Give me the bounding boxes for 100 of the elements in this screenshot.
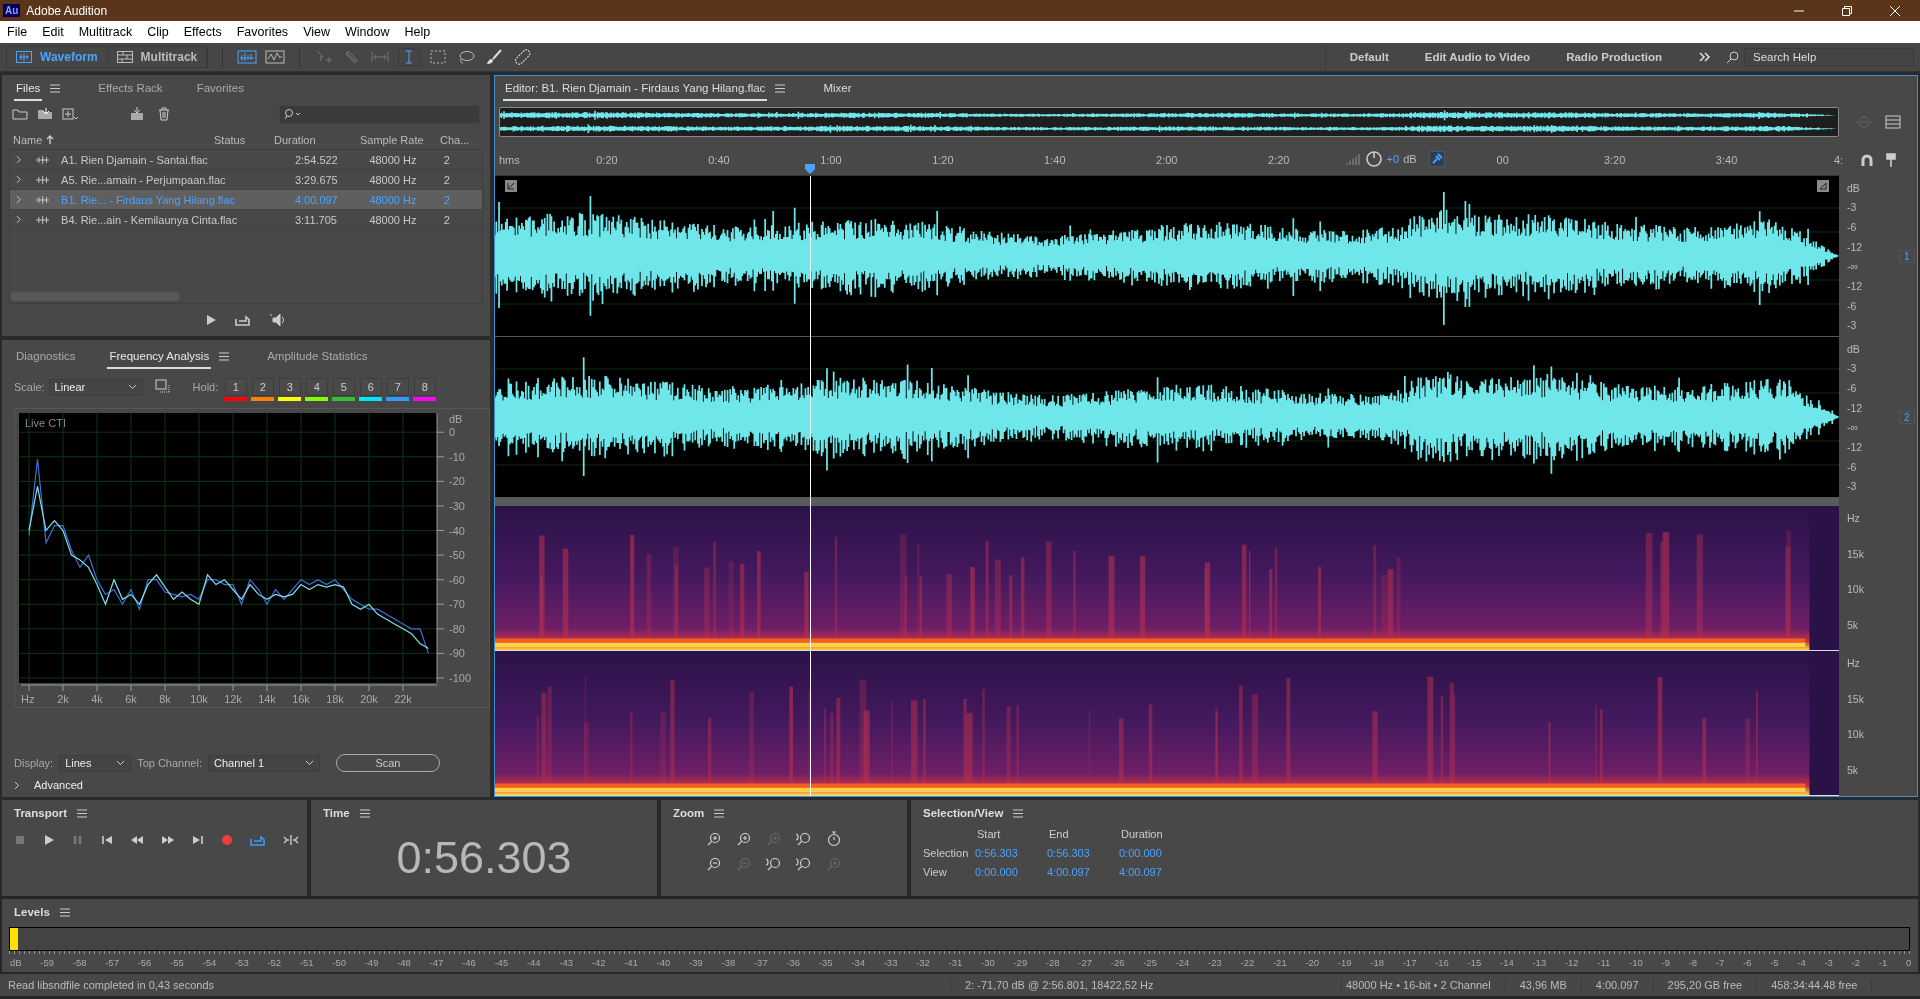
panel-tab[interactable]: Favorites xyxy=(194,75,246,101)
panel-tab[interactable]: Amplitude Statistics xyxy=(265,343,370,369)
search-field[interactable]: Search Help xyxy=(1744,48,1914,66)
time-value[interactable]: 0:00.000 xyxy=(1119,847,1191,859)
menu-item[interactable]: Multitrack xyxy=(78,25,133,39)
zoom-out-icon[interactable] xyxy=(705,855,723,873)
close-icon[interactable] xyxy=(1889,4,1901,17)
menu-item[interactable]: View xyxy=(303,25,330,39)
time-value[interactable]: 0:56.303 xyxy=(975,847,1047,859)
file-row[interactable]: B4. Rie...ain - Kemilaunya Cinta.flac 3:11.705 48000 Hz 2 xyxy=(10,210,482,230)
hold-button[interactable]: 3 xyxy=(278,377,301,396)
expand-icon[interactable] xyxy=(16,215,22,224)
resize-icon[interactable] xyxy=(505,180,517,192)
panel-tab[interactable]: Files xyxy=(14,75,43,101)
zoom-in-icon[interactable] xyxy=(705,830,723,848)
lasso-tool-icon[interactable] xyxy=(456,49,477,65)
menu-item[interactable]: File xyxy=(7,25,28,39)
menu-item[interactable]: Window xyxy=(345,25,390,39)
zoom-in-icon[interactable] xyxy=(795,855,813,873)
hold-button[interactable]: 8 xyxy=(413,377,436,396)
panel-tab[interactable]: Diagnostics xyxy=(14,343,78,369)
expand-icon[interactable] xyxy=(16,195,22,204)
play-icon[interactable] xyxy=(205,314,217,326)
search-field[interactable] xyxy=(279,104,480,124)
workspace-tab[interactable]: Radio Production xyxy=(1566,51,1662,63)
menu-item[interactable]: Edit xyxy=(42,25,64,39)
channel-badge[interactable]: 1 xyxy=(1899,250,1915,263)
waveform-drawing[interactable] xyxy=(495,337,1839,498)
new-file-icon[interactable] xyxy=(62,107,78,121)
time-value[interactable]: 4:00.097 xyxy=(1047,866,1119,878)
loop-icon[interactable] xyxy=(235,314,251,326)
menu-icon[interactable] xyxy=(219,351,230,361)
editor-tab[interactable]: Mixer xyxy=(821,75,854,101)
menu-icon[interactable] xyxy=(775,83,786,93)
menu-item[interactable]: Favorites xyxy=(236,25,289,39)
knob-icon[interactable] xyxy=(1364,150,1383,168)
menu-icon[interactable] xyxy=(714,808,725,818)
editor-tab[interactable]: Editor: B1. Rien Djamain - Firdaus Yang Hilang.flac xyxy=(503,75,768,101)
skip-selection-icon[interactable] xyxy=(283,834,299,846)
channel-badge[interactable]: 2 xyxy=(1899,411,1915,424)
menu-icon[interactable] xyxy=(1013,808,1024,818)
zoom-in-icon[interactable] xyxy=(795,830,813,848)
hold-button[interactable]: 2 xyxy=(251,377,274,396)
zoom-in-icon[interactable] xyxy=(765,855,783,873)
reset-zoom-icon[interactable] xyxy=(825,830,843,848)
healing-tool-icon[interactable] xyxy=(512,49,533,65)
spectrogram-drawing[interactable] xyxy=(495,506,1839,651)
pin-icon[interactable] xyxy=(1428,151,1445,167)
fast-forward-icon[interactable] xyxy=(161,834,175,846)
menu-icon[interactable] xyxy=(50,83,61,93)
workspace-tab[interactable]: Edit Audio to Video xyxy=(1424,51,1531,63)
menu-icon[interactable] xyxy=(77,808,88,818)
waveform-view-icon[interactable] xyxy=(237,49,258,65)
expand-icon[interactable] xyxy=(16,175,22,184)
speaker-icon[interactable] xyxy=(269,313,287,327)
menu-item[interactable]: Effects xyxy=(183,25,222,39)
hold-button[interactable]: 7 xyxy=(386,377,409,396)
magnet-icon[interactable] xyxy=(1860,153,1874,167)
skip-back-icon[interactable] xyxy=(101,834,113,846)
resize-icon[interactable] xyxy=(1817,180,1829,192)
hold-button[interactable]: 5 xyxy=(332,377,355,396)
playhead-line[interactable] xyxy=(810,176,812,796)
time-value[interactable]: 4:00.097 xyxy=(1119,866,1191,878)
advanced-toggle[interactable]: Advanced xyxy=(34,779,83,791)
splitter-handle[interactable] xyxy=(495,498,1839,506)
time-value[interactable]: 0:56.303 xyxy=(1047,847,1119,859)
list-icon[interactable] xyxy=(1885,115,1901,129)
hold-button[interactable]: 6 xyxy=(359,377,382,396)
rewind-icon[interactable] xyxy=(130,834,144,846)
play-icon[interactable] xyxy=(43,834,55,846)
skip-forward-icon[interactable] xyxy=(192,834,204,846)
panel-tab[interactable]: Frequency Analysis xyxy=(107,343,212,369)
expand-icon[interactable] xyxy=(16,155,22,164)
menu-icon[interactable] xyxy=(59,907,70,917)
mode-button[interactable]: Multitrack xyxy=(107,47,208,67)
import-icon[interactable] xyxy=(37,107,53,121)
top-channel-dropdown[interactable]: Channel 1 xyxy=(207,754,320,772)
folder-icon[interactable] xyxy=(12,107,28,121)
scale-dropdown[interactable]: Linear xyxy=(48,378,143,396)
column-header[interactable]: Name xyxy=(13,133,43,146)
display-dropdown[interactable]: Lines xyxy=(59,754,132,772)
column-header[interactable]: Duration xyxy=(274,133,360,146)
brush-tool-icon[interactable] xyxy=(484,49,505,65)
column-header[interactable]: Status xyxy=(214,133,274,146)
marker-icon[interactable] xyxy=(1886,153,1896,167)
playhead-handle[interactable] xyxy=(805,164,816,174)
restore-icon[interactable] xyxy=(1841,4,1853,17)
panel-tab[interactable]: Effects Rack xyxy=(96,75,165,101)
expand-icon[interactable] xyxy=(14,780,20,790)
file-row[interactable]: A1. Rien Djamain - Santai.flac 2:54.522 48000 Hz 2 xyxy=(10,150,482,170)
column-header[interactable]: Cha... xyxy=(440,133,480,146)
zoom-in-icon[interactable] xyxy=(735,830,753,848)
menu-item[interactable]: Help xyxy=(404,25,431,39)
hold-button[interactable]: 4 xyxy=(305,377,328,396)
column-header[interactable]: Sample Rate xyxy=(360,133,440,146)
overflow-icon[interactable] xyxy=(1698,51,1712,63)
marquee-tool-icon[interactable] xyxy=(428,49,449,65)
menu-icon[interactable] xyxy=(359,808,370,818)
snapshot-icon[interactable] xyxy=(154,379,171,395)
spectral-view-icon[interactable] xyxy=(265,49,286,65)
